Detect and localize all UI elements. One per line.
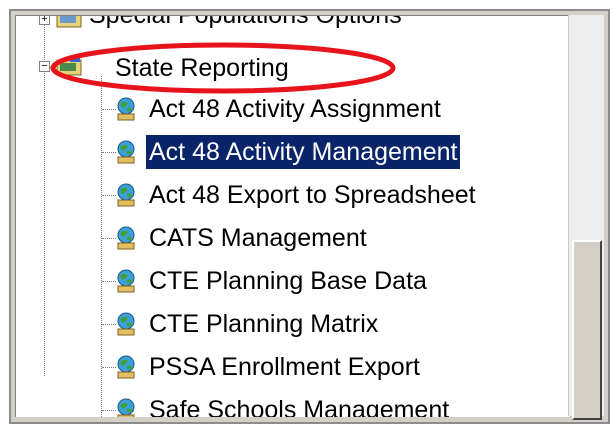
- tree-item[interactable]: PSSA Enrollment Export: [146, 350, 423, 384]
- tree-view[interactable]: + Special Populations Options − State Re…: [15, 15, 569, 417]
- tree-item[interactable]: Act 48 Activity Assignment: [146, 92, 444, 126]
- expand-icon[interactable]: +: [39, 16, 50, 25]
- globe-person-icon: [117, 312, 135, 336]
- tree-item[interactable]: CATS Management: [146, 221, 370, 255]
- collapse-icon[interactable]: −: [39, 61, 50, 72]
- tree-item[interactable]: Act 48 Export to Spreadsheet: [146, 178, 479, 212]
- globe-person-icon: [117, 398, 135, 417]
- globe-person-icon: [117, 269, 135, 293]
- tree-item[interactable]: CTE Planning Base Data: [146, 264, 430, 298]
- scrollbar-thumb[interactable]: [572, 240, 602, 420]
- globe-person-icon: [117, 183, 135, 207]
- globe-person-icon: [117, 140, 135, 164]
- tree-item-state-reporting[interactable]: State Reporting: [112, 51, 292, 85]
- folder-icon: [56, 57, 82, 76]
- tree-item-special-populations[interactable]: Special Populations Options: [86, 16, 405, 32]
- globe-person-icon: [117, 97, 135, 121]
- tree-connector: [101, 76, 102, 417]
- tree-item[interactable]: CTE Planning Matrix: [146, 307, 381, 341]
- tree-item[interactable]: Safe Schools Management: [146, 393, 452, 417]
- globe-person-icon: [117, 226, 135, 250]
- globe-person-icon: [117, 355, 135, 379]
- folder-icon: [56, 16, 82, 28]
- tree-item[interactable]: Act 48 Activity Management: [144, 134, 462, 170]
